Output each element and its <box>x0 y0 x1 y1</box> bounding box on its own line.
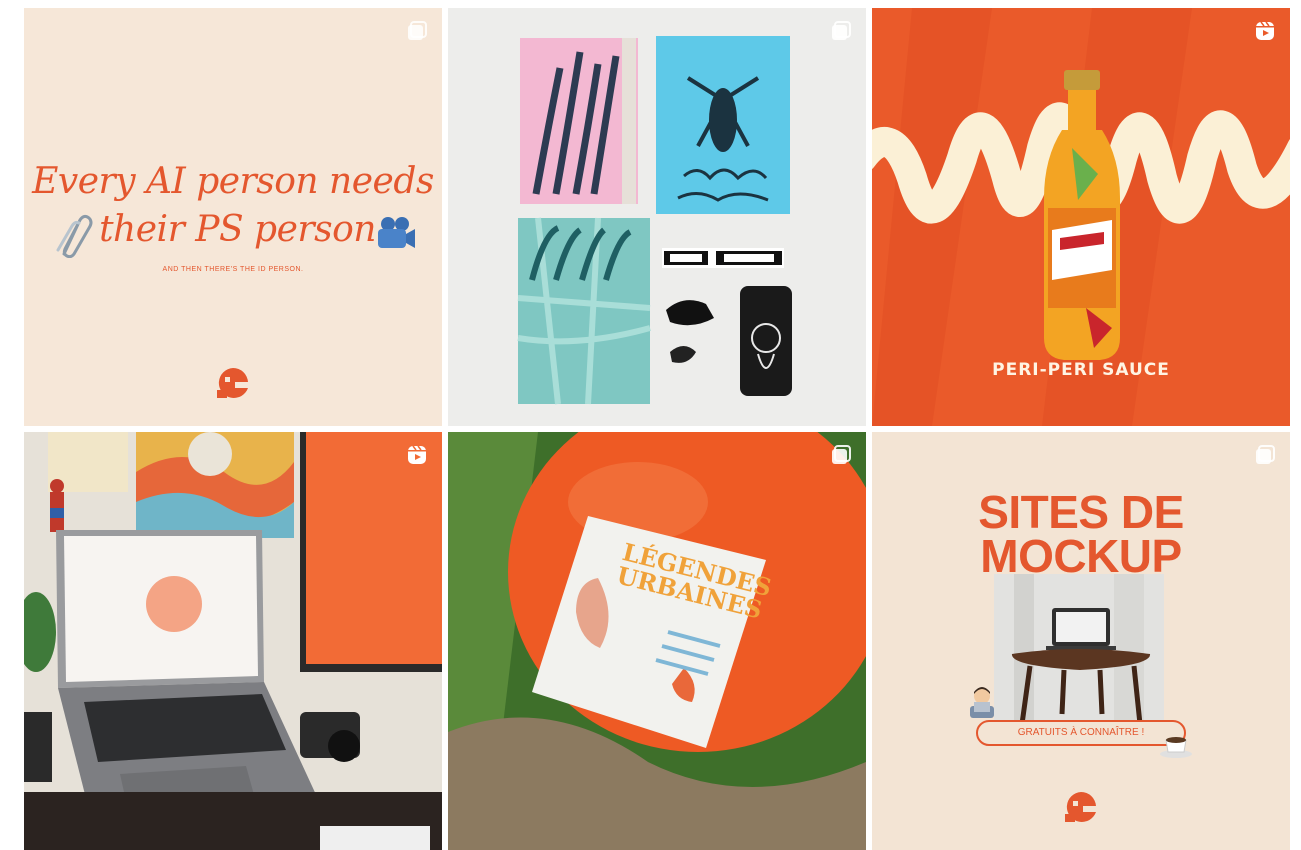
brand-logo <box>217 367 248 398</box>
desk-setup-image <box>24 432 442 850</box>
post-tile-ai-ps-person[interactable]: Every AI person needs their PS person. A… <box>24 8 442 426</box>
legendes-poster-image <box>448 432 866 850</box>
brand-logo <box>1065 791 1096 822</box>
carousel-icon <box>408 21 427 40</box>
post-tile-peri-peri-sauce[interactable]: PERI-PERI SAUCE <box>872 8 1290 426</box>
headline-line-1: Every AI person needs <box>32 161 434 202</box>
post-tile-desk-setup[interactable] <box>24 432 442 850</box>
coffee-cup-icon <box>1160 737 1192 758</box>
post-caption: PERI-PERI SAUCE <box>992 360 1170 380</box>
zine-flatlay-image <box>517 36 792 405</box>
post-title-line-2: MOCKUP <box>980 530 1182 582</box>
post-title: SITES DE MOCKUP <box>872 486 1290 582</box>
reel-icon <box>1256 21 1274 40</box>
post-title-line-1: SITES DE <box>978 486 1184 538</box>
post-subline: AND THEN THERE'S THE ID PERSON. <box>162 266 304 273</box>
mockup-photo <box>994 574 1164 724</box>
carousel-icon <box>832 445 851 464</box>
carousel-icon <box>1256 445 1275 464</box>
post-tile-zine-club[interactable] <box>448 8 866 426</box>
video-camera-icon <box>378 217 415 248</box>
post-tile-legendes-urbaines[interactable]: LÉGENDES URBAINES <box>448 432 866 850</box>
pill-label: GRATUITS À CONNAÎTRE ! <box>976 720 1186 746</box>
post-tile-sites-de-mockup[interactable]: SITES DE MOCKUP GRATUITS À CONNAÎTRE ! <box>872 432 1290 850</box>
person-laptop-emoji <box>970 687 994 718</box>
reel-icon <box>408 445 426 464</box>
